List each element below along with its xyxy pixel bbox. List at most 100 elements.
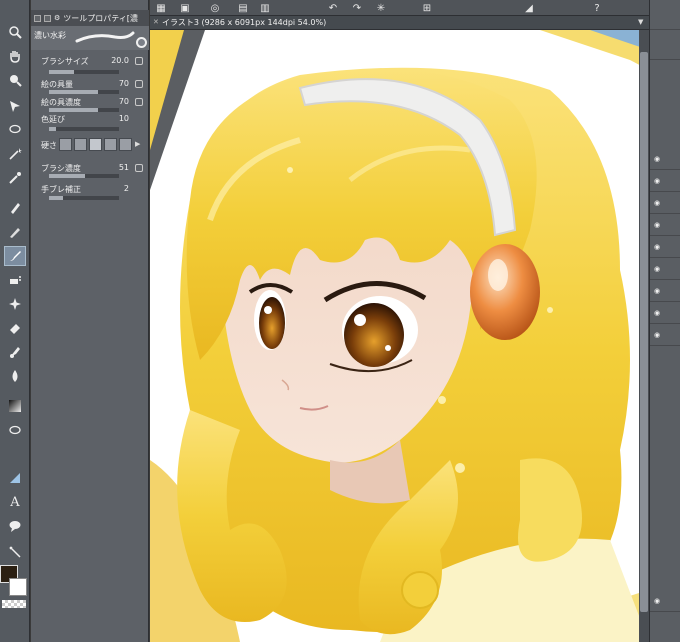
brush-icon[interactable] bbox=[4, 246, 26, 266]
clip-studio-icon[interactable]: ◎ bbox=[208, 1, 222, 15]
tool-property-tab[interactable]: ⚙ ツールプロパティ[濃 bbox=[31, 10, 149, 26]
prop-hardness[interactable]: 硬さ ▶ bbox=[31, 137, 149, 153]
open-icon[interactable]: ▥ bbox=[258, 1, 272, 15]
layer-row[interactable]: ◉ bbox=[650, 590, 680, 612]
panel-minimize-icon[interactable] bbox=[34, 14, 41, 22]
pen-icon[interactable] bbox=[4, 198, 26, 218]
brush-density-slider[interactable] bbox=[49, 174, 119, 178]
eye-icon[interactable]: ◉ bbox=[654, 265, 660, 273]
layer-row[interactable]: ◉ bbox=[650, 280, 680, 302]
hand-icon[interactable] bbox=[4, 46, 26, 66]
layer-toolbar[interactable] bbox=[650, 30, 680, 60]
chevron-down-icon[interactable]: ▼ bbox=[638, 18, 648, 28]
prop-label: ブラシサイズ bbox=[41, 57, 89, 66]
eye-icon[interactable]: ◉ bbox=[654, 309, 660, 317]
tool-property-panel: ⚙ ツールプロパティ[濃 濃い水彩 ブラシサイズ 20.0 絵の具量 70 絵の… bbox=[31, 0, 149, 642]
pressure-icon[interactable] bbox=[135, 98, 143, 106]
shape-icon[interactable] bbox=[4, 420, 26, 440]
lasso-icon[interactable] bbox=[4, 120, 26, 140]
slider-fill bbox=[49, 108, 98, 112]
gradient-icon[interactable] bbox=[4, 396, 26, 416]
tool-bar: A bbox=[0, 0, 30, 642]
sub-color-swatch[interactable] bbox=[9, 578, 27, 596]
pressure-icon[interactable] bbox=[135, 80, 143, 88]
prop-color-stretch[interactable]: 色延び 10 bbox=[31, 114, 149, 128]
layer-row[interactable]: ◉ bbox=[650, 324, 680, 346]
help-icon[interactable]: ? bbox=[590, 1, 604, 15]
prop-value[interactable]: 2 bbox=[124, 184, 129, 193]
blend-icon[interactable] bbox=[4, 342, 26, 362]
document-tab[interactable]: ✕ イラスト3 (9286 x 6091px 144dpi 54.0%) ▼ bbox=[150, 16, 650, 30]
zoom-tool-icon[interactable] bbox=[4, 70, 26, 90]
hardness-option[interactable] bbox=[89, 138, 102, 151]
brush-preview-row[interactable]: 濃い水彩 bbox=[31, 26, 149, 50]
eye-icon[interactable]: ◉ bbox=[654, 177, 660, 185]
eye-icon[interactable]: ◉ bbox=[654, 243, 660, 251]
ruler-snap-icon[interactable]: ◢ bbox=[522, 1, 536, 15]
layer-row[interactable]: ◉ bbox=[650, 148, 680, 170]
balloon-icon[interactable] bbox=[4, 516, 26, 536]
ruler-icon[interactable] bbox=[4, 468, 26, 488]
hardness-option[interactable] bbox=[74, 138, 87, 151]
hardness-option[interactable] bbox=[104, 138, 117, 151]
eye-icon[interactable]: ◉ bbox=[654, 597, 660, 605]
pressure-icon[interactable] bbox=[135, 164, 143, 172]
prop-value[interactable]: 10 bbox=[119, 114, 129, 123]
canvas-area[interactable] bbox=[150, 30, 649, 642]
transparent-color-swatch[interactable] bbox=[2, 600, 26, 608]
prop-value[interactable]: 70 bbox=[119, 79, 129, 88]
close-icon[interactable]: ✕ bbox=[153, 18, 159, 26]
clear-icon[interactable]: ✳ bbox=[374, 1, 388, 15]
zoom-icon[interactable] bbox=[4, 22, 26, 42]
layer-row[interactable]: ◉ bbox=[650, 236, 680, 258]
eyedropper-icon[interactable] bbox=[4, 168, 26, 188]
hardness-option[interactable] bbox=[119, 138, 132, 151]
prop-value[interactable]: 70 bbox=[119, 97, 129, 106]
transform-icon[interactable]: ⊞ bbox=[420, 1, 434, 15]
layer-row[interactable]: ◉ bbox=[650, 170, 680, 192]
magnify-icon[interactable] bbox=[136, 37, 147, 48]
magic-wand-icon[interactable] bbox=[4, 144, 26, 164]
prop-label: 絵の具濃度 bbox=[41, 98, 81, 107]
undo-icon[interactable]: ↶ bbox=[326, 1, 340, 15]
brush-size-slider[interactable] bbox=[49, 70, 119, 74]
scroll-thumb[interactable] bbox=[640, 52, 648, 612]
eye-icon[interactable]: ◉ bbox=[654, 287, 660, 295]
eye-icon[interactable]: ◉ bbox=[654, 155, 660, 163]
eraser-icon[interactable] bbox=[4, 318, 26, 338]
chevron-right-icon[interactable]: ▶ bbox=[135, 140, 140, 148]
decoration-icon[interactable] bbox=[4, 294, 26, 314]
layer-row[interactable]: ◉ bbox=[650, 302, 680, 324]
layer-palette-strip: ◉ ◉ ◉ ◉ ◉ ◉ ◉ ◉ ◉ ◉ bbox=[649, 0, 680, 642]
canvas-scrollbar[interactable] bbox=[639, 30, 649, 642]
layer-row[interactable]: ◉ bbox=[650, 214, 680, 236]
prop-value[interactable]: 51 bbox=[119, 163, 129, 172]
stabilization-slider[interactable] bbox=[49, 196, 119, 200]
airbrush-icon[interactable] bbox=[4, 270, 26, 290]
eye-icon[interactable]: ◉ bbox=[654, 221, 660, 229]
eye-icon[interactable]: ◉ bbox=[654, 199, 660, 207]
panel-option-icon[interactable] bbox=[44, 14, 51, 22]
pressure-icon[interactable] bbox=[135, 57, 143, 65]
save-icon[interactable]: ▤ bbox=[236, 1, 250, 15]
eye-icon[interactable]: ◉ bbox=[654, 331, 660, 339]
paint-density-slider[interactable] bbox=[49, 108, 119, 112]
correction-icon[interactable] bbox=[4, 542, 26, 562]
palette-header[interactable] bbox=[650, 0, 680, 30]
new-canvas-icon[interactable]: ▣ bbox=[178, 1, 192, 15]
grid-icon[interactable]: ▦ bbox=[154, 1, 168, 15]
wrench-icon[interactable]: ⚙ bbox=[54, 14, 60, 22]
layer-row[interactable]: ◉ bbox=[650, 258, 680, 280]
prop-brush-size[interactable]: ブラシサイズ 20.0 bbox=[31, 56, 149, 70]
fill-icon[interactable] bbox=[4, 366, 26, 386]
hardness-option[interactable] bbox=[59, 138, 72, 151]
prop-value[interactable]: 20.0 bbox=[111, 56, 129, 65]
color-stretch-slider[interactable] bbox=[49, 127, 119, 131]
illustration-canvas[interactable] bbox=[150, 30, 649, 642]
paint-amount-slider[interactable] bbox=[49, 90, 119, 94]
move-icon[interactable] bbox=[4, 96, 26, 116]
text-icon[interactable]: A bbox=[4, 492, 26, 512]
redo-icon[interactable]: ↷ bbox=[350, 1, 364, 15]
pencil-icon[interactable] bbox=[4, 222, 26, 242]
layer-row[interactable]: ◉ bbox=[650, 192, 680, 214]
